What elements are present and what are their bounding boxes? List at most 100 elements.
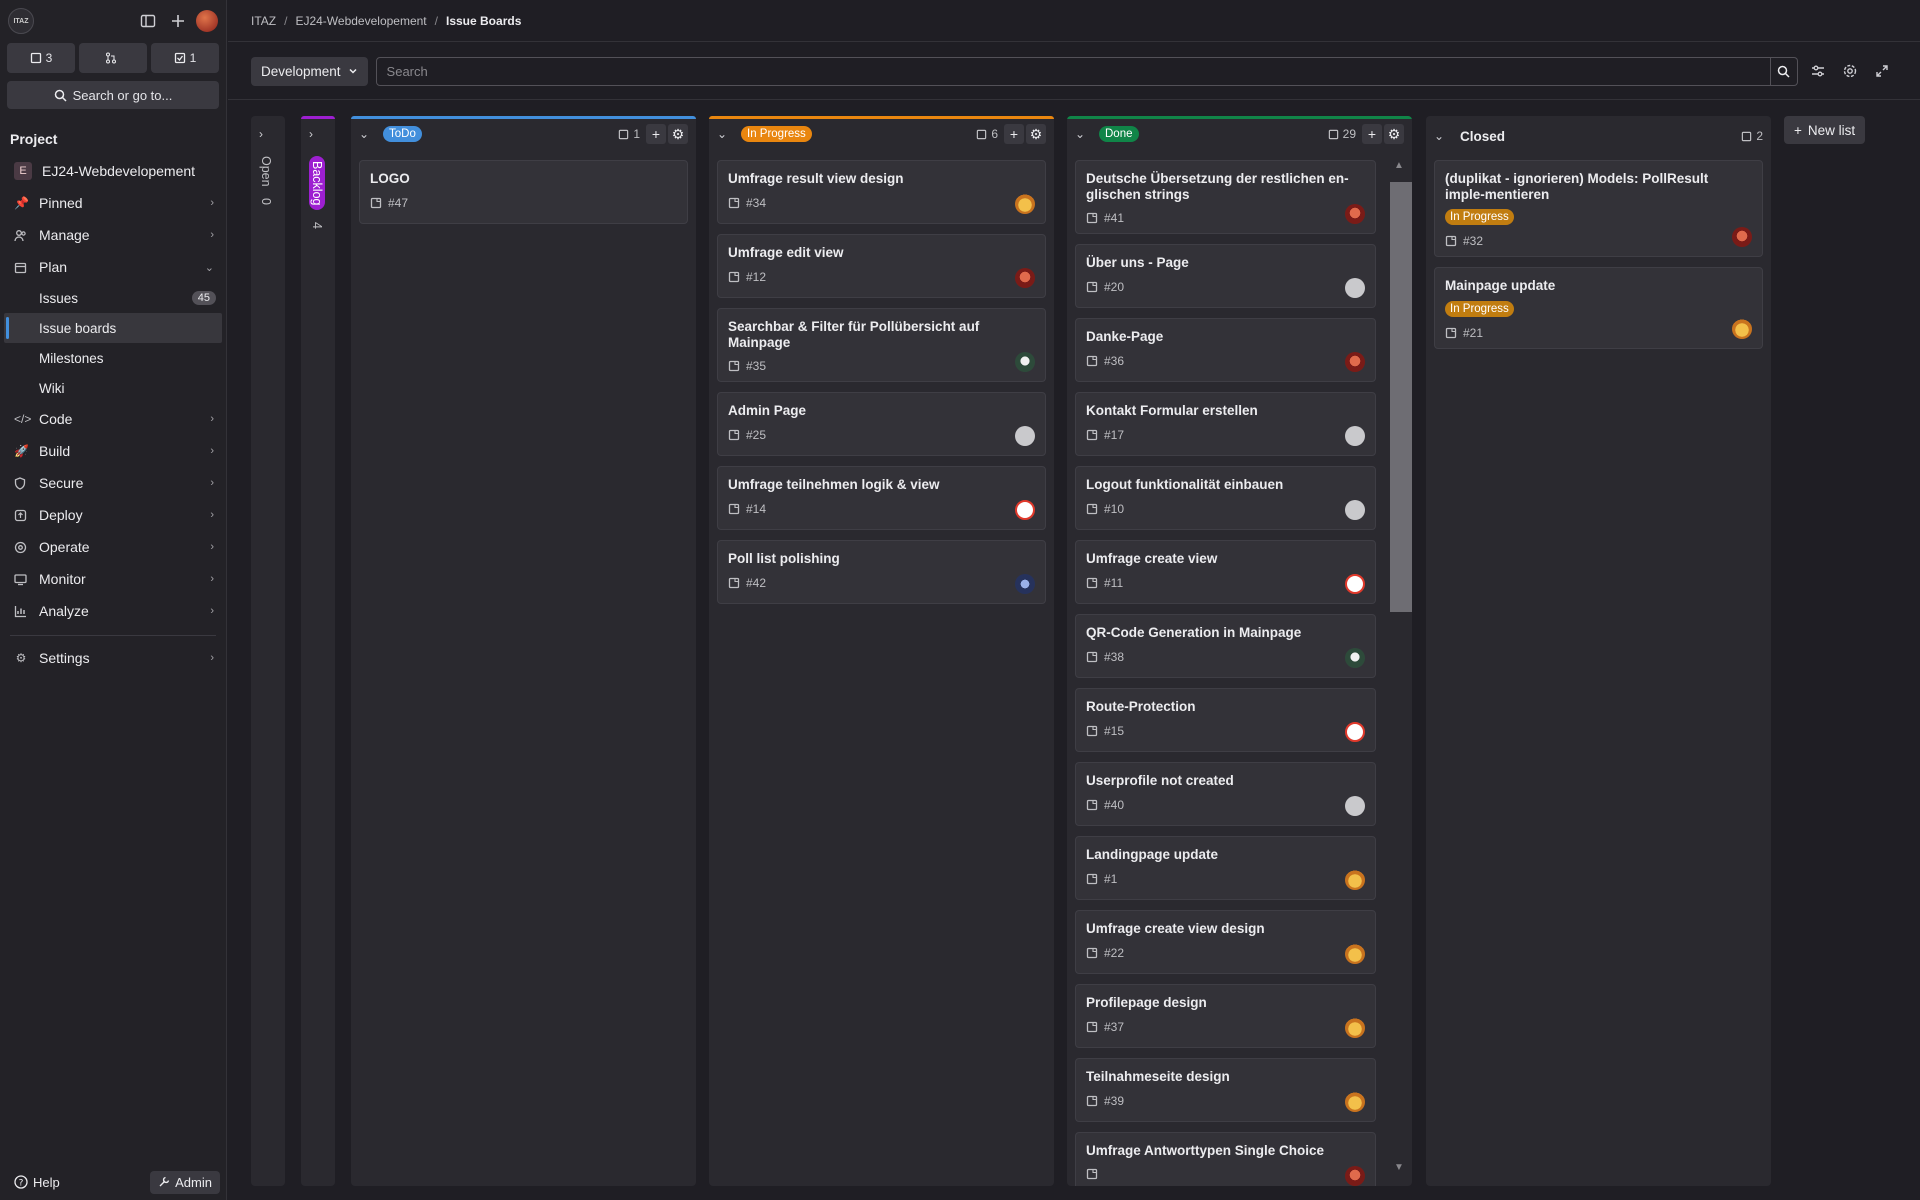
sidebar-item-pinned[interactable]: 📌 Pinned › (0, 187, 226, 219)
assignee-avatar[interactable] (1015, 194, 1035, 214)
chevron-right-icon[interactable]: › (309, 127, 327, 141)
issue-card[interactable]: (duplikat - ignorieren) Models: PollResu… (1434, 160, 1763, 258)
board-switcher-dropdown[interactable]: Development (251, 56, 368, 86)
issue-title[interactable]: Teilnahmeseite design (1086, 1069, 1365, 1085)
user-avatar[interactable] (196, 10, 218, 32)
issue-title[interactable]: (duplikat - ignorieren) Models: PollResu… (1445, 171, 1752, 202)
assignee-avatar[interactable] (1345, 352, 1365, 373)
assignee-avatar[interactable] (1345, 1092, 1365, 1113)
issue-card[interactable]: Userprofile not created #40 (1075, 762, 1376, 827)
issue-card[interactable]: Umfrage result view design #34 (717, 160, 1046, 224)
assignee-avatar[interactable] (1015, 352, 1035, 373)
issue-title[interactable]: LOGO (370, 171, 677, 187)
board-settings-icon[interactable] (1838, 59, 1862, 83)
assignee-avatar[interactable] (1015, 426, 1035, 447)
new-list-button[interactable]: + New list (1784, 116, 1866, 144)
merge-requests-counter[interactable] (79, 43, 147, 73)
assignee-avatar[interactable] (1345, 722, 1365, 743)
issue-card[interactable]: Route-Protection #15 (1075, 688, 1376, 753)
chevron-down-icon[interactable]: ⌄ (717, 127, 735, 141)
issue-card[interactable]: Logout funktionalität einbauen #10 (1075, 466, 1376, 531)
chevron-right-icon[interactable]: › (259, 127, 277, 141)
issue-card[interactable]: QR-Code Generation in Mainpage #38 (1075, 614, 1376, 679)
issue-card[interactable]: Admin Page #25 (717, 392, 1046, 457)
chevron-down-icon[interactable]: ⌄ (359, 127, 377, 141)
fullscreen-icon[interactable] (1870, 59, 1894, 83)
assignee-avatar[interactable] (1345, 870, 1365, 891)
sidebar-item-deploy[interactable]: Deploy › (0, 499, 226, 531)
list-backlog-collapsed[interactable]: › Backlog 4 (301, 116, 335, 1186)
assignee-avatar[interactable] (1015, 500, 1035, 521)
issue-title[interactable]: Umfrage create view design (1086, 921, 1365, 937)
breadcrumb-current[interactable]: Issue Boards (446, 14, 521, 28)
assignee-avatar[interactable] (1345, 796, 1365, 817)
sidebar-item-manage[interactable]: Manage › (0, 219, 226, 251)
issue-title[interactable]: Admin Page (728, 403, 1035, 419)
issue-title[interactable]: Landingpage update (1086, 847, 1365, 863)
sidebar-item-secure[interactable]: Secure › (0, 467, 226, 499)
issue-title[interactable]: Kontakt Formular erstellen (1086, 403, 1365, 419)
issue-card[interactable]: LOGO #47 (359, 160, 688, 224)
sidebar-item-build[interactable]: 🚀 Build › (0, 435, 226, 467)
list-settings-icon[interactable]: ⚙ (1026, 124, 1046, 144)
issue-card[interactable]: Landingpage update #1 (1075, 836, 1376, 901)
sidebar-item-monitor[interactable]: Monitor › (0, 563, 226, 595)
issue-card[interactable]: Umfrage create view #11 (1075, 540, 1376, 605)
sidebar-subitem-wiki[interactable]: Wiki (0, 373, 226, 403)
assignee-avatar[interactable] (1015, 574, 1035, 595)
sidebar-item-operate[interactable]: Operate › (0, 531, 226, 563)
list-label-pill[interactable]: In Progress (741, 126, 812, 142)
issue-card[interactable]: Umfrage teilnehmen logik & view #14 (717, 466, 1046, 531)
admin-button[interactable]: Admin (150, 1170, 220, 1194)
search-submit-button[interactable] (1770, 56, 1798, 86)
plus-icon[interactable] (164, 7, 192, 35)
list-label-pill[interactable]: ToDo (383, 126, 422, 142)
add-issue-button[interactable]: + (646, 124, 666, 144)
issue-card[interactable]: Searchbar & Filter für Pollübersicht auf… (717, 308, 1046, 383)
status-label-pill[interactable]: In Progress (1445, 300, 1514, 317)
breadcrumb-item[interactable]: EJ24-Webdevelopement (295, 14, 426, 28)
issue-card[interactable]: Poll list polishing #42 (717, 540, 1046, 605)
sidebar-item-settings[interactable]: ⚙ Settings › (0, 642, 226, 674)
issue-title[interactable]: QR-Code Generation in Mainpage (1086, 625, 1365, 641)
assignee-avatar[interactable] (1015, 268, 1035, 288)
breadcrumb-item[interactable]: ITAZ (251, 14, 276, 28)
scrollbar-thumb[interactable] (1390, 182, 1412, 612)
issue-card[interactable]: Mainpage update In Progress #21 (1434, 267, 1763, 349)
scroll-up-icon[interactable]: ▲ (1387, 160, 1411, 178)
issue-title[interactable]: Profilepage design (1086, 995, 1365, 1011)
assignee-avatar[interactable] (1345, 574, 1365, 595)
sidebar-subitem-issue-boards[interactable]: Issue boards (4, 313, 222, 343)
issue-title[interactable]: Searchbar & Filter für Pollübersicht auf… (728, 319, 1035, 350)
issue-card[interactable]: Umfrage Antworttypen Single Choice (1075, 1132, 1376, 1186)
search-or-go-button[interactable]: Search or go to... (7, 81, 219, 109)
issue-title[interactable]: Logout funktionalität einbauen (1086, 477, 1365, 493)
sidebar-item-analyze[interactable]: Analyze › (0, 595, 226, 627)
sidebar-item-project[interactable]: E EJ24-Webdevelopement (0, 155, 226, 187)
list-open-collapsed[interactable]: › Open 0 (251, 116, 285, 1186)
sidebar-subitem-milestones[interactable]: Milestones (0, 343, 226, 373)
issue-title[interactable]: Umfrage create view (1086, 551, 1365, 567)
issue-card[interactable]: Umfrage edit view #12 (717, 234, 1046, 298)
list-settings-icon[interactable]: ⚙ (668, 124, 688, 144)
issue-title[interactable]: Userprofile not created (1086, 773, 1365, 789)
issue-title[interactable]: Route-Protection (1086, 699, 1365, 715)
add-issue-button[interactable]: + (1004, 124, 1024, 144)
assignee-avatar[interactable] (1345, 944, 1365, 965)
issue-title[interactable]: Umfrage teilnehmen logik & view (728, 477, 1035, 493)
sidebar-item-code[interactable]: </> Code › (0, 403, 226, 435)
issue-card[interactable]: Umfrage create view design #22 (1075, 910, 1376, 975)
issue-card[interactable]: Teilnahmeseite design #39 (1075, 1058, 1376, 1123)
assignee-avatar[interactable] (1345, 500, 1365, 521)
issue-title[interactable]: Poll list polishing (728, 551, 1035, 567)
issue-title[interactable]: Mainpage update (1445, 278, 1752, 294)
board-search-input[interactable]: Search (375, 56, 1771, 86)
assignee-avatar[interactable] (1345, 278, 1365, 299)
list-label-pill[interactable]: Done (1099, 126, 1139, 142)
status-label-pill[interactable]: In Progress (1445, 209, 1514, 226)
sidebar-subitem-issues[interactable]: Issues 45 (0, 283, 226, 313)
assignee-avatar[interactable] (1345, 1166, 1365, 1186)
assignee-avatar[interactable] (1345, 204, 1365, 225)
issues-counter[interactable]: 3 (7, 43, 75, 73)
assignee-avatar[interactable] (1732, 227, 1752, 248)
